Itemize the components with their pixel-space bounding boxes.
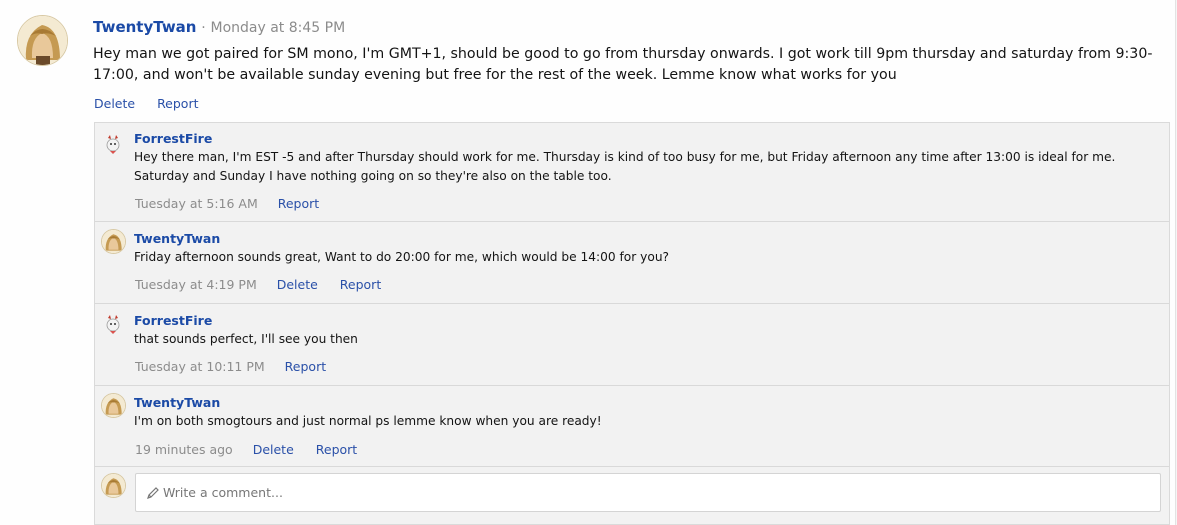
report-comment-button[interactable]: Report bbox=[316, 442, 357, 457]
comment-text: that sounds perfect, I'll see you then bbox=[134, 332, 358, 346]
post-header: TwentyTwan · Monday at 8:45 PM bbox=[93, 17, 345, 38]
comment-username[interactable]: TwentyTwan bbox=[134, 395, 220, 410]
time-separator: · bbox=[201, 20, 206, 36]
pencil-icon bbox=[146, 485, 160, 499]
avatar[interactable] bbox=[17, 15, 68, 66]
comment-text: Friday afternoon sounds great, Want to d… bbox=[134, 250, 670, 264]
comment-meta: Tuesday at 5:16 AM Report bbox=[135, 196, 337, 211]
comment-time[interactable]: Tuesday at 5:16 AM bbox=[135, 196, 258, 211]
post-username[interactable]: TwentyTwan bbox=[93, 18, 196, 36]
comment-time[interactable]: 19 minutes ago bbox=[135, 442, 233, 457]
avatar[interactable] bbox=[101, 229, 126, 254]
post-body: Hey man we got paired for SM mono, I'm G… bbox=[93, 46, 1153, 83]
report-comment-button[interactable]: Report bbox=[278, 196, 319, 211]
comment: TwentyTwan I'm on both smogtours and jus… bbox=[95, 386, 1169, 467]
comment-username[interactable]: ForrestFire bbox=[134, 131, 212, 146]
comment: TwentyTwan Friday afternoon sounds great… bbox=[95, 222, 1169, 304]
comment-meta: Tuesday at 4:19 PM Delete Report bbox=[135, 277, 399, 292]
post-time[interactable]: Monday at 8:45 PM bbox=[211, 20, 346, 36]
new-comment-row: Write a comment... bbox=[95, 466, 1169, 524]
comment-list: ForrestFire Hey there man, I'm EST -5 an… bbox=[94, 122, 1170, 525]
avatar[interactable] bbox=[101, 312, 124, 335]
comment-time[interactable]: Tuesday at 4:19 PM bbox=[135, 277, 257, 292]
avatar bbox=[101, 473, 126, 498]
profile-post: TwentyTwan · Monday at 8:45 PM Hey man w… bbox=[0, 0, 1176, 525]
post-actions: Delete Report bbox=[94, 96, 217, 111]
comment-text: I'm on both smogtours and just normal ps… bbox=[134, 414, 602, 428]
comment-text: Hey there man, I'm EST -5 and after Thur… bbox=[134, 150, 1116, 183]
comment: ForrestFire that sounds perfect, I'll se… bbox=[95, 304, 1169, 386]
report-comment-button[interactable]: Report bbox=[340, 277, 381, 292]
report-comment-button[interactable]: Report bbox=[285, 359, 326, 374]
comment-meta: 19 minutes ago Delete Report bbox=[135, 442, 375, 457]
comment: ForrestFire Hey there man, I'm EST -5 an… bbox=[95, 123, 1169, 222]
comment-input[interactable]: Write a comment... bbox=[135, 473, 1161, 512]
delete-comment-button[interactable]: Delete bbox=[277, 277, 318, 292]
avatar[interactable] bbox=[101, 393, 126, 418]
comment-meta: Tuesday at 10:11 PM Report bbox=[135, 359, 344, 374]
comment-username[interactable]: ForrestFire bbox=[134, 313, 212, 328]
comment-time[interactable]: Tuesday at 10:11 PM bbox=[135, 359, 265, 374]
avatar[interactable] bbox=[101, 132, 124, 155]
comment-username[interactable]: TwentyTwan bbox=[134, 231, 220, 246]
report-post-button[interactable]: Report bbox=[157, 96, 198, 111]
delete-post-button[interactable]: Delete bbox=[94, 96, 135, 111]
comment-placeholder: Write a comment... bbox=[163, 485, 283, 500]
delete-comment-button[interactable]: Delete bbox=[253, 442, 294, 457]
